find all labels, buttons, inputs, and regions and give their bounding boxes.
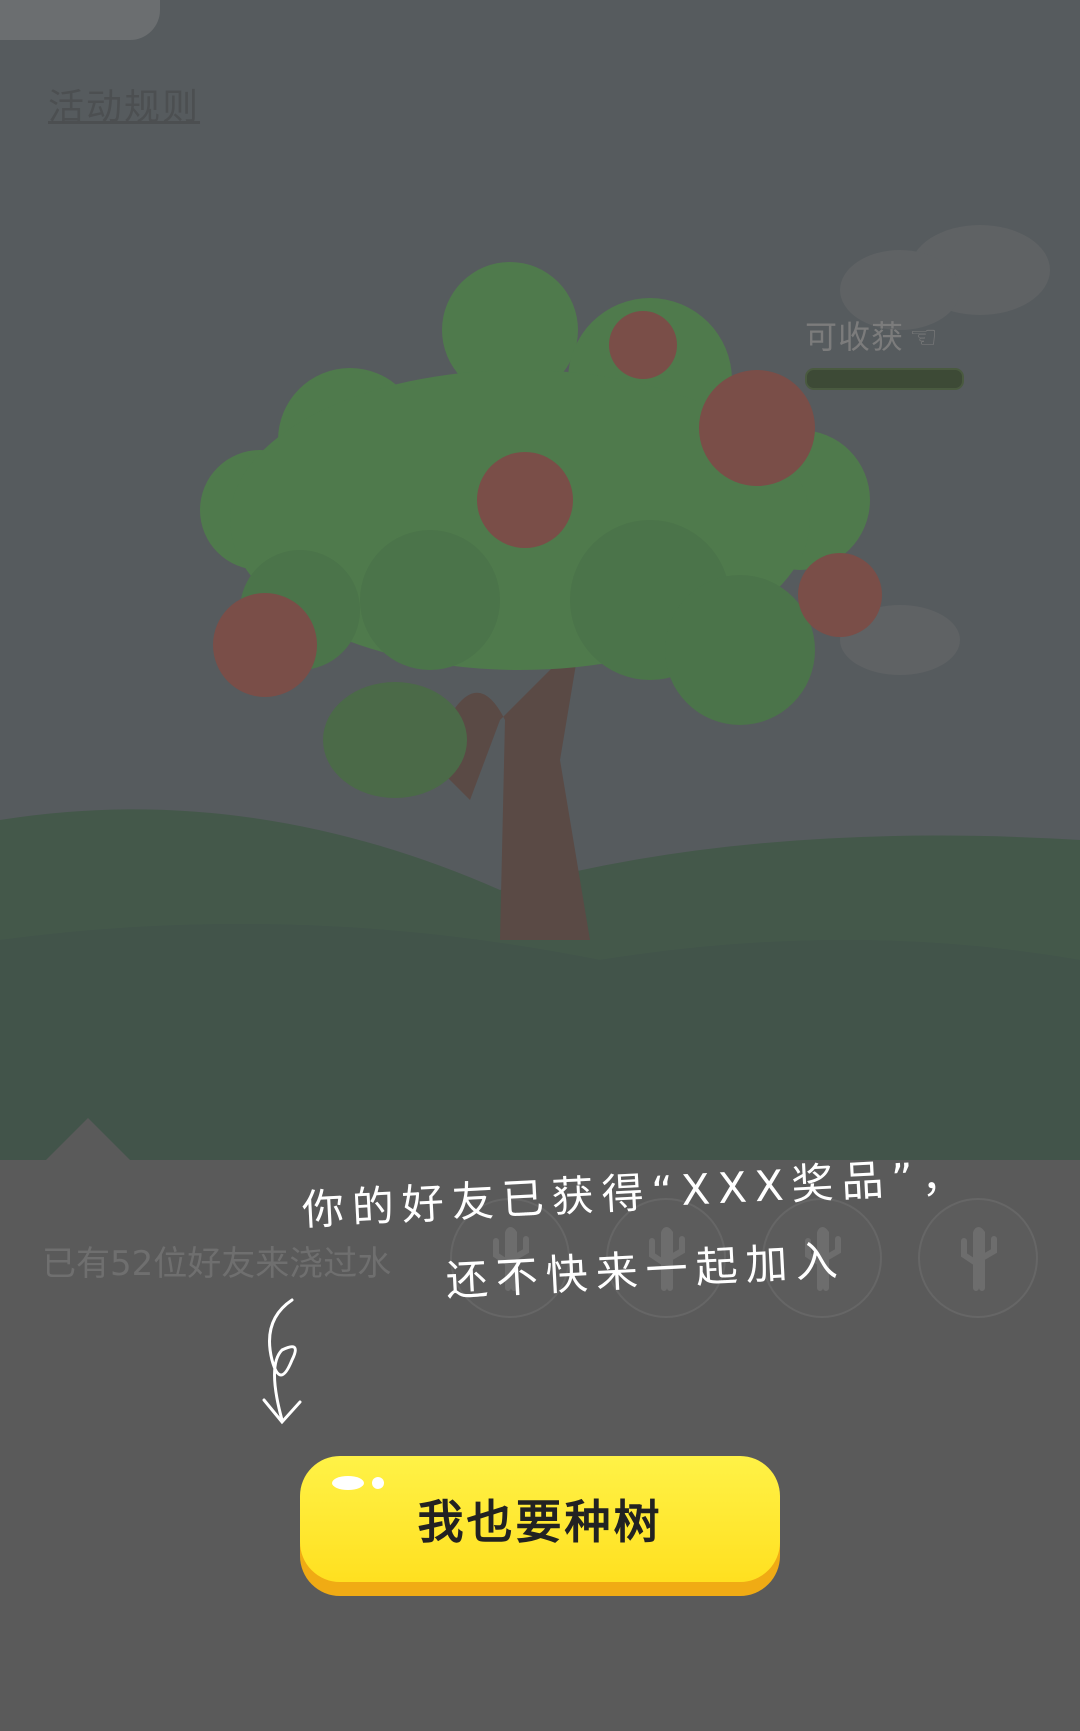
rules-link[interactable]: 活动规则 xyxy=(48,78,200,130)
highlight-dot xyxy=(372,1477,384,1489)
garden-scene: 活动规则 可收获 ☜ xyxy=(0,0,1080,1160)
harvest-progress-bar xyxy=(805,368,964,390)
curly-arrow-icon xyxy=(262,1298,302,1425)
plant-tree-button[interactable]: 我也要种树 xyxy=(300,1456,780,1596)
button-face: 我也要种树 xyxy=(300,1456,780,1582)
panel-notch xyxy=(46,1118,130,1160)
plant-tree-button-label: 我也要种树 xyxy=(417,1496,663,1548)
hand-pointing-icon: ☜ xyxy=(909,318,938,356)
harvest-label: 可收获 xyxy=(805,318,905,356)
highlight-dot xyxy=(332,1476,364,1490)
tree-illustration xyxy=(0,225,1080,1160)
harvest-indicator: 可收获 ☜ xyxy=(805,312,995,390)
